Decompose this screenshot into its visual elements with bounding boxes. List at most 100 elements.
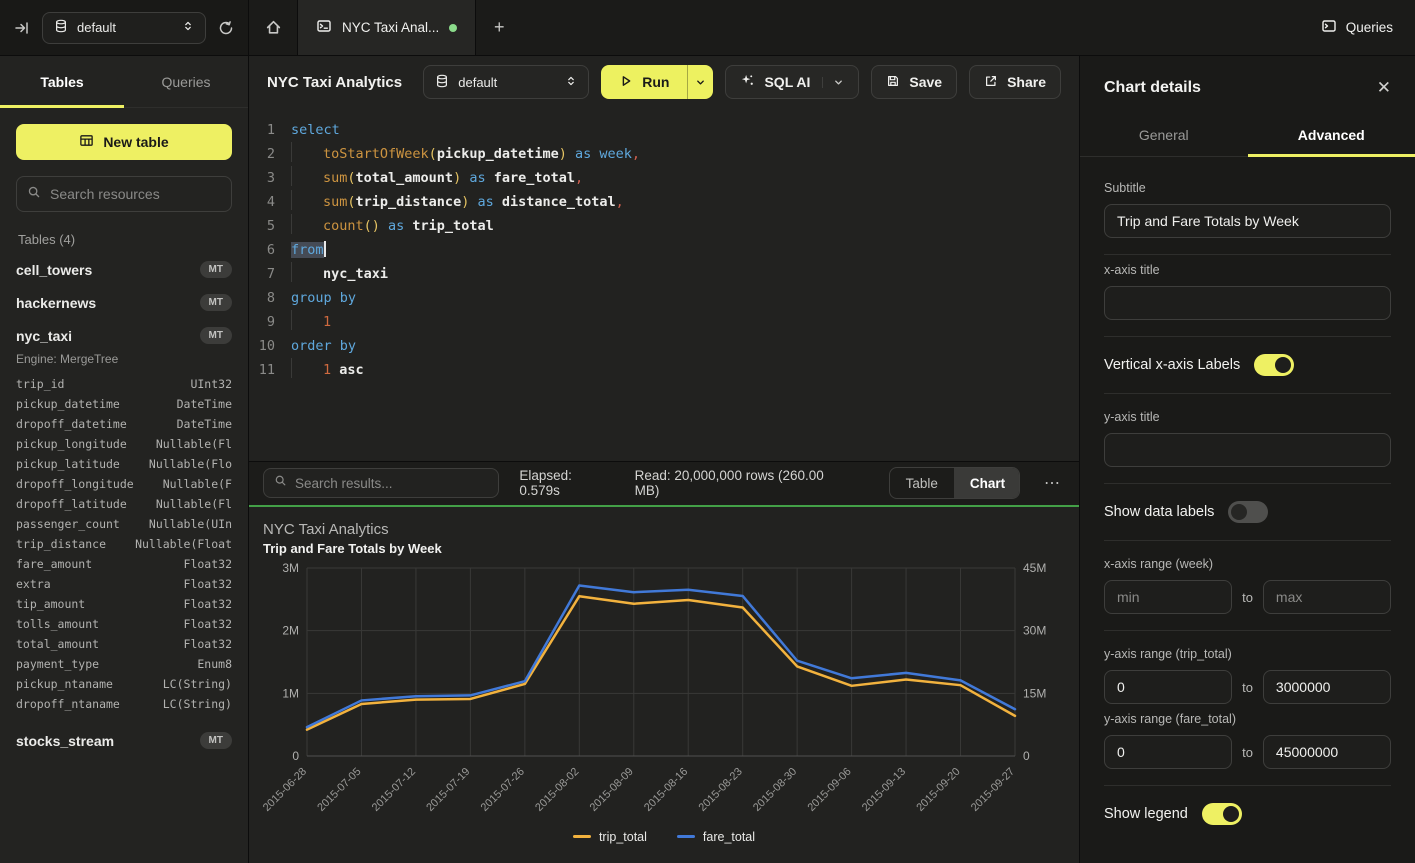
table-name: nyc_taxi	[16, 328, 72, 344]
home-tab-button[interactable]	[249, 0, 297, 55]
run-button[interactable]: Run	[601, 65, 687, 99]
y-range-trip-max-input[interactable]	[1263, 670, 1391, 704]
editor-line[interactable]: 2toStartOfWeek(pickup_datetime) as week,	[249, 142, 1079, 166]
results-search[interactable]	[263, 468, 499, 498]
queries-icon	[1321, 18, 1337, 37]
svg-text:0: 0	[292, 749, 299, 763]
line-code: toStartOfWeek(pickup_datetime) as week,	[291, 142, 640, 166]
column-name: extra	[16, 574, 51, 594]
refresh-icon[interactable]	[218, 20, 234, 36]
editor-line[interactable]: 8group by	[249, 286, 1079, 310]
y-range-fare-min-input[interactable]	[1104, 735, 1232, 769]
view-toggle-table[interactable]: Table	[890, 468, 954, 498]
editor-line[interactable]: 3sum(total_amount) as fare_total,	[249, 166, 1079, 190]
chart-details-panel: Chart details ✕ General Advanced Subtitl…	[1079, 56, 1415, 863]
vertical-x-labels-toggle[interactable]	[1254, 354, 1294, 376]
sql-editor[interactable]: 1select2toStartOfWeek(pickup_datetime) a…	[249, 108, 1079, 461]
svg-text:2015-08-02: 2015-08-02	[533, 765, 581, 813]
code-token: total_amount	[356, 170, 454, 186]
queries-button[interactable]: Queries	[1321, 18, 1393, 37]
panel-tab-general[interactable]: General	[1080, 114, 1248, 156]
x-range-min-input[interactable]	[1104, 580, 1232, 614]
editor-line[interactable]: 1select	[249, 118, 1079, 142]
sql-ai-options-chevron-icon[interactable]	[822, 77, 844, 88]
show-legend-toggle[interactable]	[1202, 803, 1242, 825]
database-selector[interactable]: default	[42, 12, 206, 44]
y-axis-title-input[interactable]	[1104, 433, 1391, 467]
code-token: (	[347, 194, 355, 210]
new-tab-button[interactable]: +	[476, 0, 522, 55]
table-row[interactable]: cell_towersMT	[16, 253, 232, 286]
to-label: to	[1242, 680, 1253, 695]
run-database-selector[interactable]: default	[423, 65, 589, 99]
legend-swatch	[677, 835, 695, 838]
legend-item-trip-total[interactable]: trip_total	[573, 830, 647, 844]
collapse-sidebar-icon[interactable]	[14, 20, 30, 36]
run-options-button[interactable]	[687, 65, 713, 99]
search-icon	[27, 185, 41, 204]
x-range-max-input[interactable]	[1263, 580, 1391, 614]
code-token: from	[291, 242, 324, 258]
code-token: fare_total	[494, 170, 575, 186]
share-button[interactable]: Share	[969, 65, 1061, 99]
line-number: 9	[249, 310, 291, 334]
tables-list: cell_towersMThackernewsMTnyc_taxiMTEngin…	[16, 253, 232, 757]
column-name: pickup_longitude	[16, 434, 127, 454]
divider	[1104, 483, 1391, 484]
y-range-trip-min-input[interactable]	[1104, 670, 1232, 704]
editor-line[interactable]: 111 asc	[249, 358, 1079, 382]
code-token: pickup_datetime	[437, 146, 559, 162]
vertical-x-labels-label: Vertical x-axis Labels	[1104, 357, 1240, 373]
sidebar-tab-tables[interactable]: Tables	[0, 56, 124, 107]
editor-line[interactable]: 6from	[249, 238, 1079, 262]
sidebar-tab-queries[interactable]: Queries	[124, 56, 248, 107]
code-token: 1	[323, 362, 331, 378]
svg-text:2015-08-09: 2015-08-09	[588, 765, 636, 813]
view-toggle-chart[interactable]: Chart	[954, 468, 1020, 498]
panel-tab-advanced[interactable]: Advanced	[1248, 114, 1415, 156]
table-columns: trip_idUInt32pickup_datetimeDateTimedrop…	[16, 374, 232, 714]
editor-line[interactable]: 7nyc_taxi	[249, 262, 1079, 286]
close-icon[interactable]: ✕	[1377, 78, 1391, 98]
new-table-button[interactable]: New table	[16, 124, 232, 160]
read-stat: Read: 20,000,000 rows (260.00 MB)	[635, 468, 849, 498]
query-tab[interactable]: NYC Taxi Anal...	[297, 0, 476, 55]
svg-text:1M: 1M	[282, 686, 299, 700]
play-icon	[619, 74, 633, 91]
x-axis-title-input[interactable]	[1104, 286, 1391, 320]
column-name: fare_amount	[16, 554, 92, 574]
subtitle-input[interactable]	[1104, 204, 1391, 238]
indent-guide	[291, 142, 323, 162]
column-name: total_amount	[16, 634, 99, 654]
editor-line[interactable]: 91	[249, 310, 1079, 334]
more-options-icon[interactable]: ⋯	[1040, 473, 1065, 493]
line-number: 2	[249, 142, 291, 166]
y-range-fare-max-input[interactable]	[1263, 735, 1391, 769]
show-data-labels-toggle[interactable]	[1228, 501, 1268, 523]
run-button-group: Run	[601, 65, 713, 99]
table-row[interactable]: nyc_taxiMT	[16, 319, 232, 352]
editor-line[interactable]: 4sum(trip_distance) as distance_total,	[249, 190, 1079, 214]
table-row[interactable]: hackernewsMT	[16, 286, 232, 319]
chart-svg[interactable]: 001M15M2M30M3M45M2015-06-282015-07-05201…	[263, 560, 1065, 830]
resource-search[interactable]	[16, 176, 232, 212]
resource-search-input[interactable]	[50, 186, 221, 202]
sql-ai-button[interactable]: SQL AI	[725, 65, 859, 99]
column-name: pickup_latitude	[16, 454, 120, 474]
y-range-fare-inputs: to	[1104, 735, 1391, 769]
table-row[interactable]: stocks_streamMT	[16, 724, 232, 757]
editor-line[interactable]: 5count() as trip_total	[249, 214, 1079, 238]
column-row: trip_distanceNullable(Float	[16, 534, 232, 554]
legend-item-fare-total[interactable]: fare_total	[677, 830, 755, 844]
line-code: 1 asc	[291, 358, 364, 382]
query-toolbar: NYC Taxi Analytics default Ru	[249, 56, 1079, 108]
y-range-fare-group: y-axis range (fare_total) to	[1104, 712, 1391, 783]
svg-text:2M: 2M	[282, 623, 299, 637]
results-toolbar: Elapsed: 0.579s Read: 20,000,000 rows (2…	[249, 461, 1079, 505]
save-button[interactable]: Save	[871, 65, 957, 99]
editor-line[interactable]: 10order by	[249, 334, 1079, 358]
divider	[1104, 336, 1391, 337]
results-search-input[interactable]	[295, 476, 488, 491]
topbar-left: default	[0, 0, 249, 55]
column-row: pickup_latitudeNullable(Flo	[16, 454, 232, 474]
